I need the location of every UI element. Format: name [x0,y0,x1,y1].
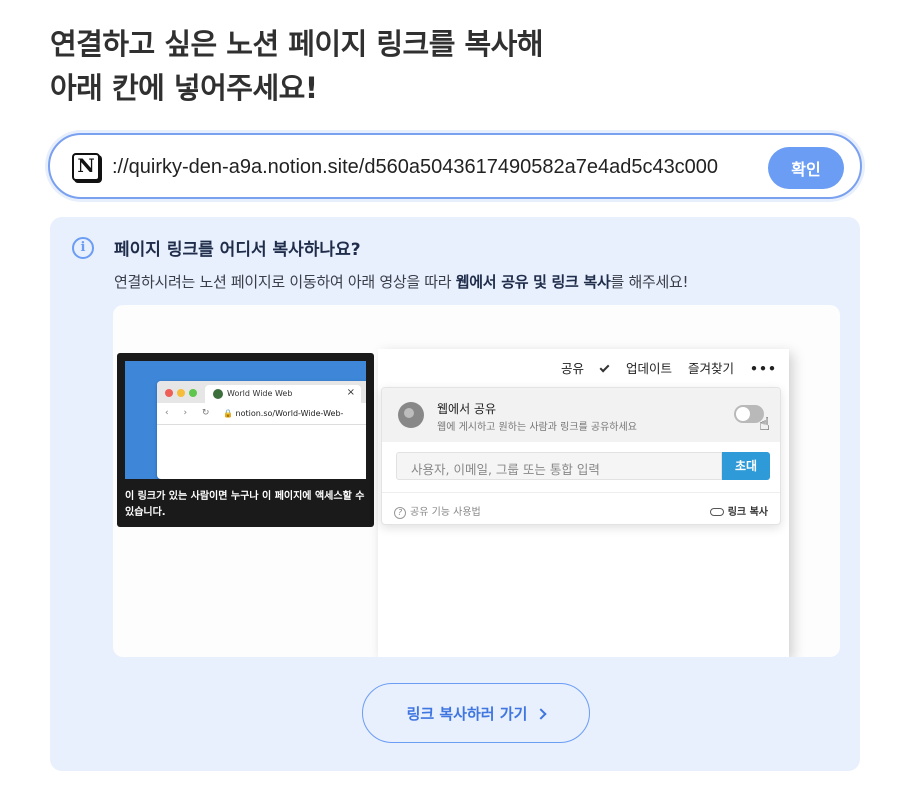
page-title-line-1: 연결하고 싶은 노션 페이지 링크를 복사해 [50,27,544,61]
url-input-bar: N 확인 [48,133,862,199]
help-panel: i 페이지 링크를 어디서 복사하나요? 연결하시려는 노션 페이지로 이동하여… [50,217,860,771]
close-icon: × [346,387,355,398]
close-dot-icon [165,389,173,397]
invite-input: 사용자, 이메일, 그룹 또는 통합 입력 [396,452,722,480]
share-popup-footer: ? 공유 기능 사용법 링크 복사 [382,492,780,526]
help-title: 페이지 링크를 어디서 복사하나요? [114,240,361,260]
topbar-favorites: 즐겨찾기 [688,361,735,376]
mini-tab-title: World Wide Web [227,389,293,398]
invite-button: 초대 [722,452,770,480]
publish-title: 웹에서 공유 [437,402,497,416]
tooltip-card: World Wide Web × ‹ › ↻ 🔒 notion.so/World… [117,353,374,527]
mini-tabbar: World Wide Web × [157,381,366,403]
question-icon: ? [394,507,406,519]
notion-topbar: 공유 업데이트 즐겨찾기 ••• [549,358,777,377]
help-desc-text-end: 를 해주세요! [610,273,689,291]
notion-page-mock: 공유 업데이트 즐겨찾기 ••• 웹에서 공유 웹에 게시하고 원하는 사람과 … [378,349,789,657]
copy-link: 링크 복사 [709,503,768,518]
tooltip-caption: 이 링크가 있는 사람이면 누구나 이 페이지에 액세스할 수 있습니다. [125,491,365,518]
globe-icon [213,389,223,399]
page-title-line-2: 아래 칸에 넣어주세요! [50,71,318,105]
share-help-link: ? 공유 기능 사용법 [394,503,481,519]
page-title: 연결하고 싶은 노션 페이지 링크를 복사해 아래 칸에 넣어주세요! [50,22,544,110]
go-copy-link-button[interactable]: 링크 복사하러 가기 [362,683,590,743]
info-icon: i [72,237,94,259]
help-desc-emphasis: 웹에서 공유 및 링크 복사 [455,273,611,291]
hand-cursor-icon: ☝ [759,414,770,435]
check-icon [599,362,610,373]
share-popup: 웹에서 공유 웹에 게시하고 원하는 사람과 링크를 공유하세요 ☝ 사용자, … [381,387,781,525]
notion-url-input[interactable] [112,151,812,183]
topbar-share: 공유 [561,361,585,376]
mini-address-bar: ‹ › ↻ 🔒 notion.so/World-Wide-Web- [157,403,366,425]
tooltip-preview: World Wide Web × ‹ › ↻ 🔒 notion.so/World… [125,361,366,479]
help-description: 연결하시려는 노션 페이지로 이동하여 아래 영상을 따라 웹에서 공유 및 링… [114,271,688,292]
confirm-button[interactable]: 확인 [768,147,844,189]
globe-icon [398,402,424,428]
mini-tab: World Wide Web × [205,385,361,403]
mini-browser: World Wide Web × ‹ › ↻ 🔒 notion.so/World… [157,381,366,479]
publish-subtitle: 웹에 게시하고 원하는 사람과 링크를 공유하세요 [437,422,637,433]
minimize-dot-icon [177,389,185,397]
help-desc-text: 연결하시려는 노션 페이지로 이동하여 아래 영상을 따라 [114,273,456,291]
topbar-updates: 업데이트 [599,361,672,376]
publish-to-web-row: 웹에서 공유 웹에 게시하고 원하는 사람과 링크를 공유하세요 ☝ [382,388,780,442]
more-icon: ••• [750,361,777,376]
nav-arrows-icon: ‹ › ↻ [165,408,216,418]
notion-logo-icon: N [72,153,100,181]
tutorial-video[interactable]: World Wide Web × ‹ › ↻ 🔒 notion.so/World… [113,305,840,657]
chevron-right-icon [535,707,548,720]
maximize-dot-icon [189,389,197,397]
mini-address: 🔒 notion.so/World-Wide-Web- [223,409,344,418]
link-icon [709,508,724,516]
